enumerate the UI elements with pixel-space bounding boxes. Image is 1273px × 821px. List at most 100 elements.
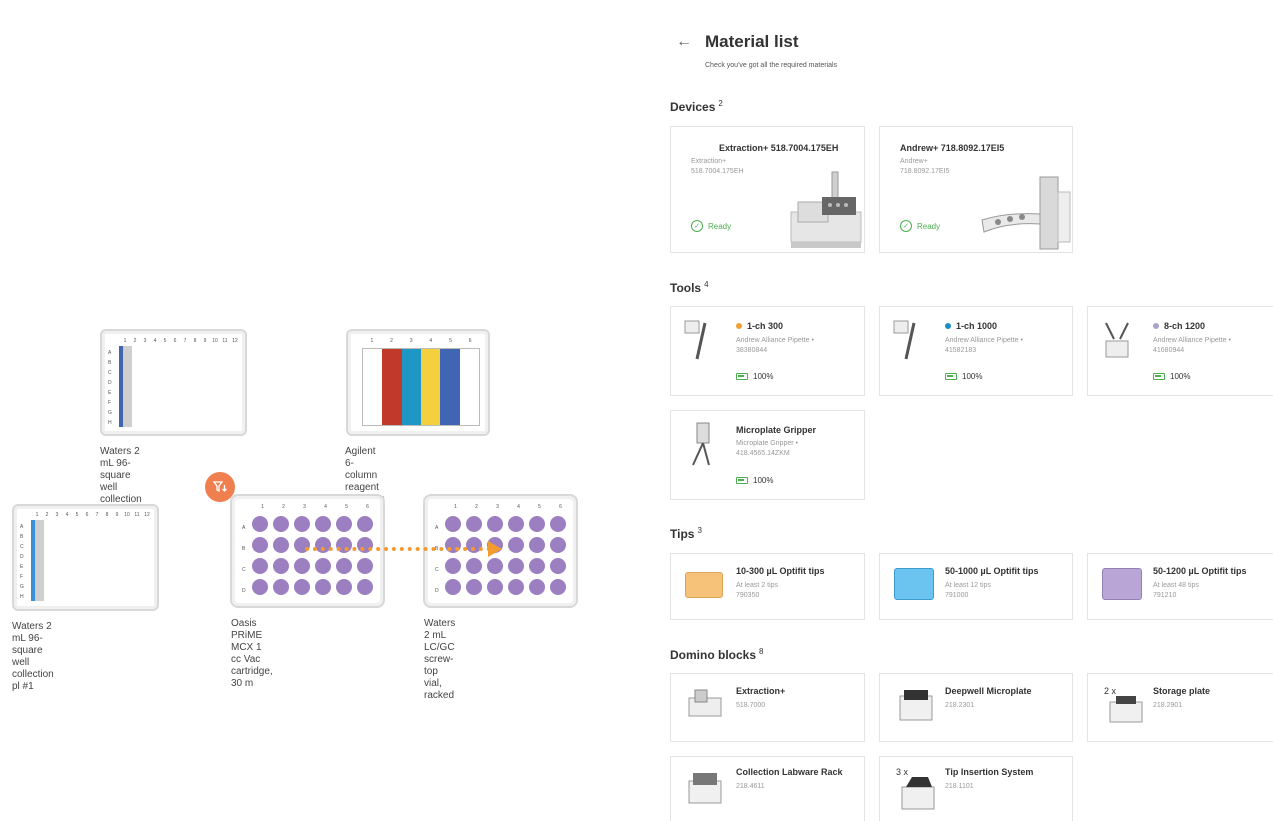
battery-icon	[736, 373, 748, 380]
column-label: 5	[345, 504, 348, 510]
well	[445, 516, 461, 532]
well	[550, 558, 566, 574]
column-label: 5	[163, 338, 167, 344]
column-label: 11	[134, 512, 140, 518]
pipette-icon	[893, 320, 916, 360]
cartridge-row-labels: A B C D	[242, 520, 246, 604]
tool-name-label: 1-ch 300	[747, 321, 784, 331]
filter-glyph	[212, 481, 227, 493]
well	[487, 558, 503, 574]
row-label: D	[108, 380, 112, 386]
tool-card-1ch1000[interactable]: 1-ch 1000 Andrew Alliance Pipette • 4158…	[879, 306, 1073, 396]
battery-label: 100%	[753, 372, 774, 381]
well	[252, 516, 268, 532]
column-label: 4	[324, 504, 327, 510]
plate-well	[42, 520, 44, 531]
pipette-icon	[684, 320, 707, 360]
row-label: G	[20, 584, 24, 590]
well	[529, 558, 545, 574]
column-label: 12	[144, 512, 150, 518]
tool-card-8ch1200[interactable]: 8-ch 1200 Andrew Alliance Pipette • 4168…	[1087, 306, 1273, 396]
battery-icon	[736, 477, 748, 484]
well	[252, 537, 268, 553]
plate-well	[130, 396, 132, 407]
well	[336, 579, 352, 595]
column-label: 10	[212, 338, 218, 344]
reservoir-column	[401, 349, 421, 425]
row-label: H	[20, 594, 24, 600]
vial-rack-column-labels: 1 2 3 4 5 6	[445, 504, 571, 510]
column-label: 2	[133, 338, 137, 344]
domino-card-storage[interactable]: 2 x Storage plate 218.2901	[1087, 673, 1273, 742]
domino-card-extraction[interactable]: Extraction+ 518.7000	[670, 673, 865, 742]
plate-well	[130, 356, 132, 367]
plate-well	[130, 376, 132, 387]
domino-card-deepwell[interactable]: Deepwell Microplate 218.2301	[879, 673, 1073, 742]
well	[273, 516, 289, 532]
tool-battery: 100%	[1153, 372, 1190, 381]
well	[466, 579, 482, 595]
battery-label: 100%	[962, 372, 983, 381]
plate-well	[42, 580, 44, 591]
tool-name-label: 8-ch 1200	[1164, 321, 1206, 331]
domino-sub: 218.4611	[736, 783, 765, 790]
column-label: 2	[475, 504, 478, 510]
column-label: 1	[123, 338, 127, 344]
arrow-left-icon[interactable]: ←	[676, 33, 692, 51]
well	[550, 579, 566, 595]
device-card-extraction[interactable]: Extraction+ 518.7004.175EH Extraction+ 5…	[670, 126, 865, 253]
reservoir-column	[363, 349, 383, 425]
well	[445, 558, 461, 574]
vial-rack-wells	[445, 516, 566, 595]
device-sub: Extraction+ 518.7004.175EH	[691, 158, 744, 175]
tips-card-300[interactable]: 10-300 µL Optifit tips At least 2 tips 7…	[670, 553, 865, 620]
tool-name-label: Microplate Gripper	[736, 425, 817, 435]
tool-color-dot	[736, 323, 742, 329]
column-label: 6	[173, 338, 177, 344]
column-label: 3	[303, 504, 306, 510]
well	[273, 537, 289, 553]
tip-name: 50-1000 µL Optifit tips	[945, 566, 1039, 576]
row-label: A	[435, 525, 439, 531]
tips-card-1000[interactable]: 50-1000 µL Optifit tips At least 12 tips…	[879, 553, 1073, 620]
domino-card-tip-insertion[interactable]: 3 x Tip Insertion System 218.1101	[879, 756, 1073, 821]
column-label: 12	[232, 338, 238, 344]
column-label: 3	[409, 338, 413, 344]
tool-sub: Microplate Gripper • 418.4565.14ZKM	[736, 440, 798, 457]
row-label: C	[108, 370, 112, 376]
plate96-grid	[31, 520, 44, 601]
tip-box-image	[685, 572, 723, 598]
device-card-andrew[interactable]: Andrew+ 718.8092.17EI5 Andrew+ 718.8092.…	[879, 126, 1073, 253]
well	[315, 516, 331, 532]
section-label: Tips	[670, 527, 695, 541]
column-label: 3	[143, 338, 147, 344]
well	[336, 558, 352, 574]
row-label: F	[20, 574, 24, 580]
well	[336, 516, 352, 532]
column-label: 9	[203, 338, 207, 344]
vial-rack-row-labels: A B C D	[435, 520, 439, 604]
plate-well	[130, 406, 132, 417]
column-label: 10	[124, 512, 130, 518]
cartridge-caption: Oasis PRiME MCX 1 cc Vac cartridge, 30 m	[231, 618, 273, 689]
tips-card-1200[interactable]: 50-1200 µL Optifit tips At least 48 tips…	[1087, 553, 1273, 620]
plate96-row-labels: ABCDEFGH	[108, 348, 112, 428]
tool-battery: 100%	[736, 476, 773, 485]
check-circle-icon: ✓	[900, 220, 912, 232]
column-label: 2	[45, 512, 49, 518]
well	[466, 558, 482, 574]
well	[508, 516, 524, 532]
well	[508, 579, 524, 595]
tool-card-1ch300[interactable]: 1-ch 300 Andrew Alliance Pipette • 38380…	[670, 306, 865, 396]
column-label: 2	[390, 338, 393, 344]
plate96-column-labels: 1 2 3 4 5 6 7 8 9 10 11 12	[120, 338, 240, 344]
tool-name: 8-ch 1200	[1153, 321, 1205, 331]
column-label: 5	[538, 504, 541, 510]
tool-sub: Andrew Alliance Pipette • 38380844	[736, 337, 814, 354]
tip-box-image	[894, 568, 934, 600]
tool-card-gripper[interactable]: Microplate Gripper Microplate Gripper • …	[670, 410, 865, 500]
tool-sub: Andrew Alliance Pipette • 41680944	[1153, 337, 1231, 354]
well	[273, 558, 289, 574]
domino-card-collection-rack[interactable]: Collection Labware Rack 218.4611	[670, 756, 865, 821]
battery-icon	[1153, 373, 1165, 380]
